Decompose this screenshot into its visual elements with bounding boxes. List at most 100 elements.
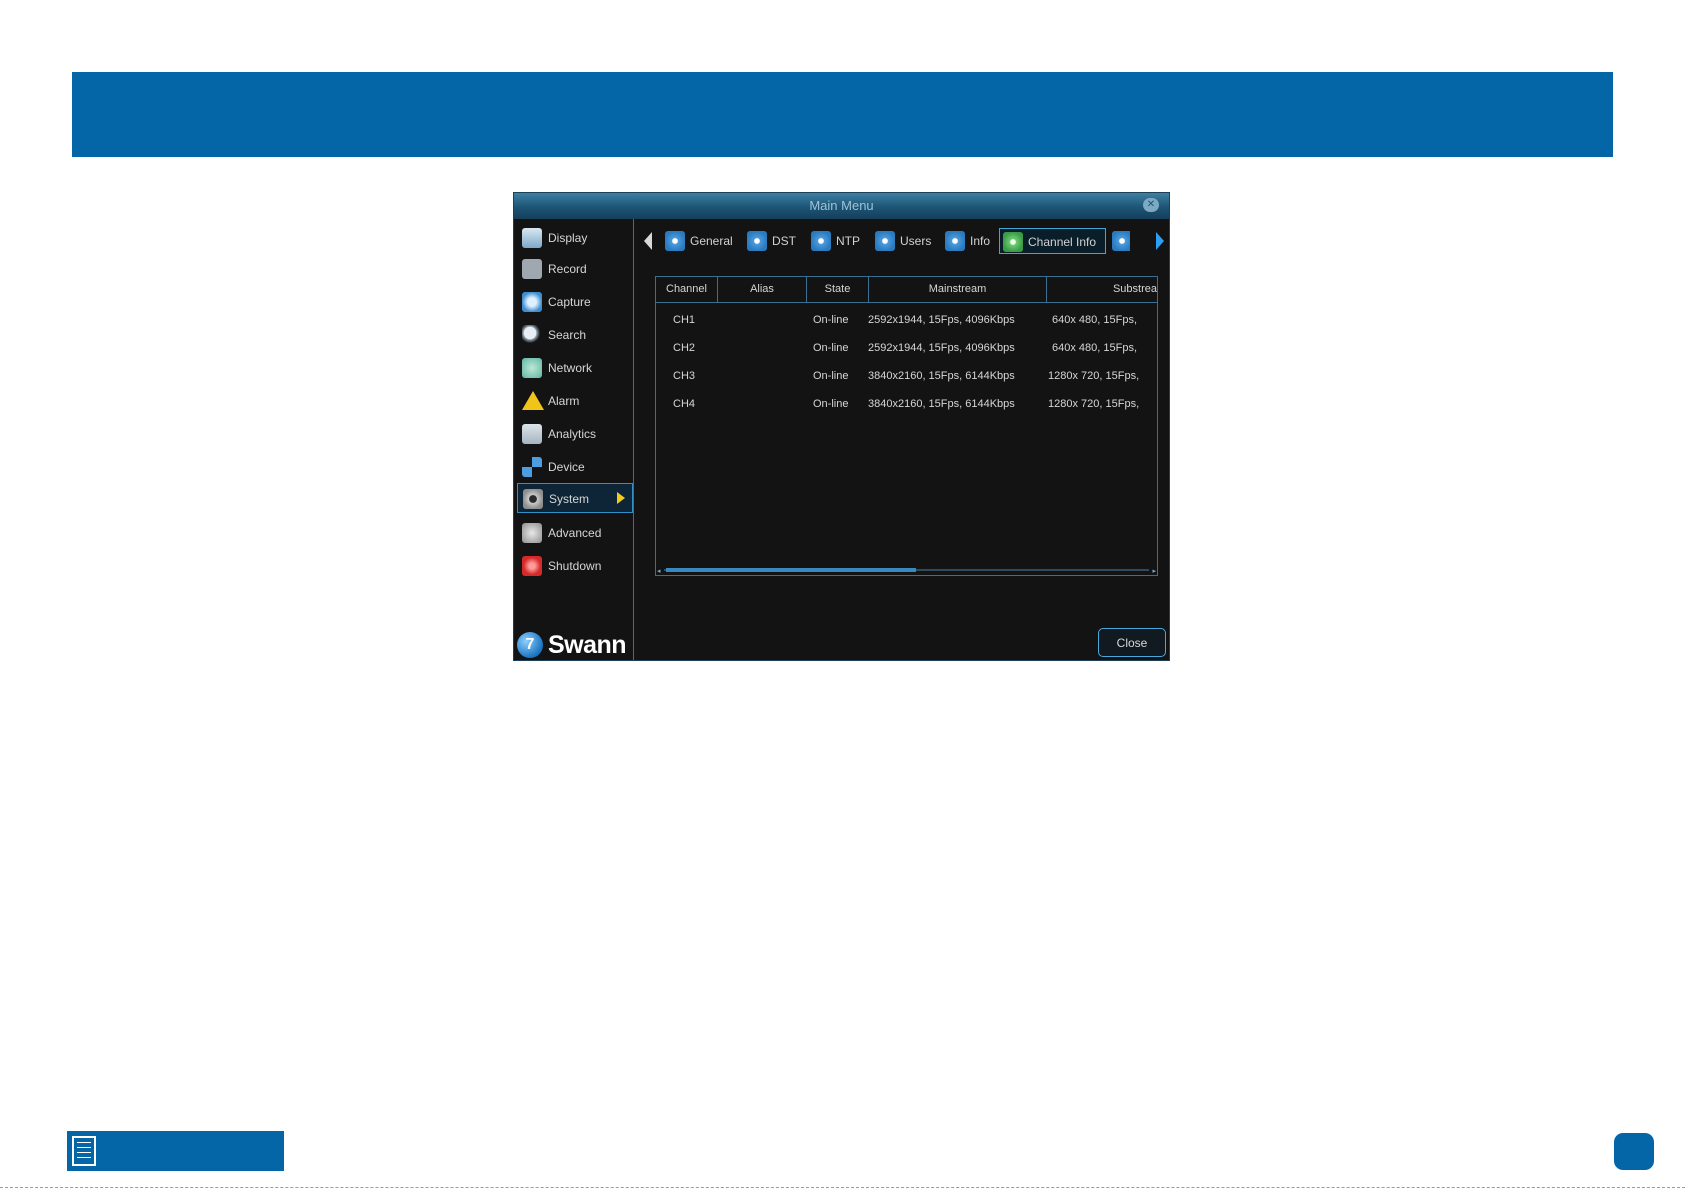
tab-label: Info <box>970 234 991 248</box>
bottom-tab <box>67 1131 284 1171</box>
tab-scroll-left-icon[interactable] <box>644 232 652 250</box>
cell-channel: CH3 <box>673 370 696 382</box>
window-title: Main Menu <box>809 198 874 213</box>
scroll-right-icon[interactable]: ▸ <box>1152 567 1156 575</box>
cell-channel: CH1 <box>673 314 696 326</box>
cell-substream: 1280x 720, 15Fps, <box>1048 398 1140 410</box>
submenu-arrow-icon <box>617 492 625 504</box>
scrollbar-thumb[interactable] <box>666 568 916 572</box>
gear-icon <box>945 231 965 251</box>
sidebar-item-label: Display <box>548 231 588 245</box>
gear-icon <box>665 231 685 251</box>
column-header-mainstream: Mainstream <box>869 277 1047 302</box>
gear-icon <box>875 231 895 251</box>
horizontal-scrollbar[interactable]: ◂ ▸ <box>656 565 1157 575</box>
sidebar-item-label: System <box>549 492 590 506</box>
power-icon <box>522 556 542 576</box>
cell-substream: 1280x 720, 15Fps, <box>1048 370 1140 382</box>
sidebar-item-system[interactable]: System <box>517 483 633 513</box>
sidebar-item-label: Device <box>548 460 585 474</box>
table-row[interactable]: CH3 On-line 3840x2160, 15Fps, 6144Kbps 1… <box>656 364 1157 388</box>
cell-mainstream: 2592x1944, 15Fps, 4096Kbps <box>868 314 1015 326</box>
tab-overflow[interactable] <box>1110 228 1130 254</box>
sidebar-item-record[interactable]: Record <box>517 254 633 284</box>
advanced-icon <box>522 523 542 543</box>
document-icon <box>72 1136 96 1166</box>
display-icon <box>522 228 542 248</box>
gear-icon <box>811 231 831 251</box>
swann-logo: 7 Swann <box>517 629 629 660</box>
gear-icon <box>747 231 767 251</box>
sidebar-item-capture[interactable]: Capture <box>517 287 633 317</box>
tab-channel-info[interactable]: Channel Info <box>999 228 1106 254</box>
tab-info[interactable]: Info <box>942 228 994 254</box>
sidebar-item-alarm[interactable]: Alarm <box>517 386 633 416</box>
tab-users[interactable]: Users <box>872 228 936 254</box>
window-close-icon[interactable]: ✕ <box>1143 198 1159 212</box>
close-button[interactable]: Close <box>1098 628 1166 657</box>
cell-mainstream: 2592x1944, 15Fps, 4096Kbps <box>868 342 1015 354</box>
main-menu-window: Main Menu ✕ Display Record Capture Searc… <box>513 192 1170 661</box>
cell-channel: CH4 <box>673 398 696 410</box>
sidebar-item-label: Advanced <box>548 526 602 540</box>
table-row[interactable]: CH1 On-line 2592x1944, 15Fps, 4096Kbps 6… <box>656 308 1157 332</box>
sidebar-item-advanced[interactable]: Advanced <box>517 518 633 548</box>
cell-state: On-line <box>813 314 849 326</box>
tab-dst[interactable]: DST <box>744 228 800 254</box>
sidebar-item-label: Record <box>548 262 587 276</box>
sidebar-item-network[interactable]: Network <box>517 353 633 383</box>
sidebar-item-display[interactable]: Display <box>517 223 633 253</box>
tab-label: General <box>690 234 733 248</box>
page-number-badge <box>1614 1133 1654 1170</box>
sidebar-item-label: Shutdown <box>548 559 602 573</box>
cell-substream: 640x 480, 15Fps, <box>1052 314 1138 326</box>
sidebar-item-label: Capture <box>548 295 591 309</box>
tab-label: Channel Info <box>1028 235 1097 249</box>
alarm-warning-icon <box>522 391 544 410</box>
tab-ntp[interactable]: NTP <box>808 228 864 254</box>
gear-icon <box>1112 231 1130 251</box>
camera-icon <box>522 292 542 312</box>
swann-logo-text: Swann <box>548 631 627 659</box>
tab-scroll-right-icon[interactable] <box>1156 232 1164 250</box>
top-banner <box>72 72 1613 157</box>
cell-state: On-line <box>813 342 849 354</box>
swann-logo-icon: 7 <box>517 632 543 658</box>
record-icon <box>522 259 542 279</box>
cell-substream: 640x 480, 15Fps, <box>1052 342 1138 354</box>
cell-mainstream: 3840x2160, 15Fps, 6144Kbps <box>868 370 1015 382</box>
window-titlebar: Main Menu ✕ <box>514 193 1169 219</box>
page-divider <box>0 1187 1685 1188</box>
tab-general[interactable]: General <box>662 228 740 254</box>
channel-info-table: Channel Alias State Mainstream Substrea … <box>655 276 1158 576</box>
channel-info-icon <box>1003 232 1023 252</box>
sidebar: Display Record Capture Search Network Al… <box>514 219 634 660</box>
cell-state: On-line <box>813 398 849 410</box>
network-globe-icon <box>522 358 542 378</box>
sidebar-item-device[interactable]: Device <box>517 452 633 482</box>
device-tools-icon <box>522 457 542 477</box>
tab-label: NTP <box>836 234 860 248</box>
cell-channel: CH2 <box>673 342 696 354</box>
scroll-left-icon[interactable]: ◂ <box>657 567 661 575</box>
column-header-substream: Substrea <box>1112 283 1157 295</box>
sidebar-item-label: Network <box>548 361 593 375</box>
table-header: Channel Alias State Mainstream Substrea <box>656 277 1157 303</box>
sidebar-item-analytics[interactable]: Analytics <box>517 419 633 449</box>
table-row[interactable]: CH2 On-line 2592x1944, 15Fps, 4096Kbps 6… <box>656 336 1157 360</box>
search-icon <box>522 325 542 345</box>
column-header-channel: Channel <box>656 277 718 302</box>
sidebar-item-label: Alarm <box>548 394 580 408</box>
analytics-document-icon <box>522 424 542 444</box>
sidebar-item-search[interactable]: Search <box>517 320 633 350</box>
tab-label: Users <box>900 234 932 248</box>
column-header-state: State <box>807 277 869 302</box>
column-header-alias: Alias <box>718 277 807 302</box>
tab-label: DST <box>772 234 796 248</box>
sidebar-item-shutdown[interactable]: Shutdown <box>517 551 633 581</box>
cell-mainstream: 3840x2160, 15Fps, 6144Kbps <box>868 398 1015 410</box>
cell-state: On-line <box>813 370 849 382</box>
system-gear-icon <box>523 489 543 509</box>
sidebar-item-label: Search <box>548 328 587 342</box>
table-row[interactable]: CH4 On-line 3840x2160, 15Fps, 6144Kbps 1… <box>656 392 1157 416</box>
